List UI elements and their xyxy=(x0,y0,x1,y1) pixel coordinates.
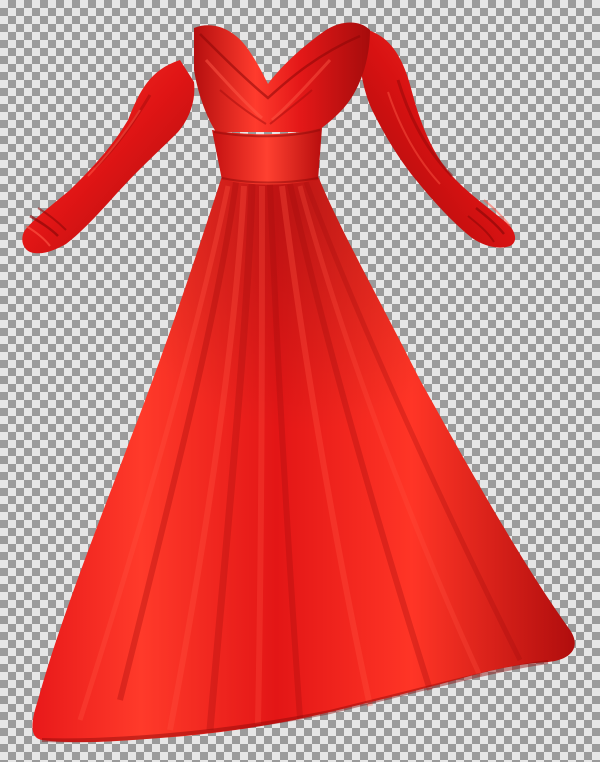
skirt xyxy=(32,176,575,743)
left-sleeve xyxy=(22,60,195,254)
right-sleeve xyxy=(359,30,516,248)
red-dress-illustration xyxy=(22,22,575,743)
bodice xyxy=(194,22,370,132)
waistband xyxy=(212,128,322,185)
